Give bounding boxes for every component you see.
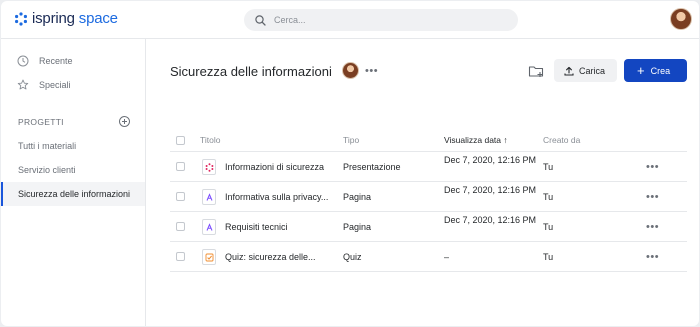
project-label: Servizio clienti <box>18 165 76 175</box>
column-header-created-by[interactable]: Creato da <box>543 135 580 145</box>
row-viewed-date: Dec 7, 2020, 12:16 PM <box>444 215 537 225</box>
table-row[interactable]: Informazioni di sicurezza Presentazione … <box>170 152 687 182</box>
sidebar-item-starred[interactable]: Speciali <box>1 74 145 96</box>
brand-name: ispring space <box>32 10 118 27</box>
table-row[interactable]: Requisiti tecnici Pagina Dec 7, 2020, 12… <box>170 212 687 242</box>
search-input[interactable] <box>274 15 494 25</box>
brand-name-ispring: ispring <box>32 10 75 27</box>
row-created-by: Tu <box>543 162 554 172</box>
table-row[interactable]: Quiz: sicurezza delle... Quiz – Tu ••• <box>170 242 687 272</box>
row-checkbox[interactable] <box>176 222 185 231</box>
page-title: Sicurezza delle informazioni <box>170 64 332 79</box>
sidebar-item-label: Recente <box>39 56 73 66</box>
brand-name-space: space <box>74 10 118 27</box>
upload-icon <box>564 66 574 76</box>
row-created-by: Tu <box>543 252 554 262</box>
row-checkbox[interactable] <box>176 192 185 201</box>
add-project-icon[interactable] <box>119 116 130 127</box>
row-title[interactable]: Informazioni di sicurezza <box>225 162 324 172</box>
table-header: Titolo Tipo Visualizza data ↑ Creato da <box>170 131 687 152</box>
row-created-by: Tu <box>543 192 554 202</box>
row-title[interactable]: Quiz: sicurezza delle... <box>225 252 316 262</box>
presentation-icon <box>202 159 216 175</box>
owner-avatar[interactable] <box>342 62 359 79</box>
search-bar[interactable] <box>244 9 518 31</box>
row-created-by: Tu <box>543 222 554 232</box>
quiz-icon <box>202 249 216 265</box>
row-more-icon[interactable]: ••• <box>646 191 659 203</box>
sidebar-item-label: Speciali <box>39 80 71 90</box>
row-title[interactable]: Requisiti tecnici <box>225 222 288 232</box>
upload-button-label: Carica <box>579 65 606 76</box>
row-viewed-date: Dec 7, 2020, 12:16 PM <box>444 185 537 195</box>
more-options-icon[interactable]: ••• <box>365 65 378 77</box>
sidebar-item-recent[interactable]: Recente <box>1 50 145 72</box>
row-more-icon[interactable]: ••• <box>646 221 659 233</box>
row-viewed-date: Dec 7, 2020, 12:16 PM <box>444 155 537 165</box>
upload-button[interactable]: Carica <box>554 59 617 82</box>
page-icon <box>202 189 216 205</box>
sidebar-project-information-security[interactable]: Sicurezza delle informazioni <box>1 182 145 206</box>
column-header-type[interactable]: Tipo <box>343 135 359 145</box>
app-window: ispring space Recente Speciali PROGETTI <box>1 1 699 326</box>
row-type: Presentazione <box>343 162 401 172</box>
create-button-label: Crea <box>650 65 671 76</box>
plus-icon: + <box>637 63 645 78</box>
top-bar: ispring space <box>1 1 699 39</box>
row-more-icon[interactable]: ••• <box>646 161 659 173</box>
row-checkbox[interactable] <box>176 252 185 261</box>
sidebar: Recente Speciali PROGETTI Tutti i materi… <box>1 39 146 326</box>
row-type: Quiz <box>343 252 362 262</box>
sidebar-project-all-materials[interactable]: Tutti i materiali <box>1 134 145 158</box>
create-button[interactable]: + Crea <box>624 59 687 82</box>
brand-logo[interactable]: ispring space <box>14 10 118 27</box>
select-all-checkbox[interactable] <box>176 136 185 145</box>
sidebar-project-customer-service[interactable]: Servizio clienti <box>1 158 145 182</box>
column-header-viewed-date[interactable]: Visualizza data ↑ <box>444 135 508 145</box>
row-viewed-date: – <box>444 252 450 262</box>
clock-icon <box>17 55 29 67</box>
ispring-logo-icon <box>15 11 27 26</box>
table-row[interactable]: Informativa sulla privacy... Pagina Dec … <box>170 182 687 212</box>
row-checkbox[interactable] <box>176 162 185 171</box>
project-label: Tutti i materiali <box>18 141 77 151</box>
main-content: Sicurezza delle informazioni ••• Carica … <box>147 39 699 326</box>
row-type: Pagina <box>343 192 372 202</box>
search-icon <box>255 14 266 26</box>
user-avatar[interactable] <box>670 8 692 30</box>
page-icon <box>202 219 216 235</box>
row-more-icon[interactable]: ••• <box>646 251 659 263</box>
row-type: Pagina <box>343 222 372 232</box>
star-icon <box>17 79 29 90</box>
row-title[interactable]: Informativa sulla privacy... <box>225 192 328 202</box>
column-header-title[interactable]: Titolo <box>200 135 220 145</box>
project-label: Sicurezza delle informazioni <box>18 189 131 199</box>
projects-section-label: PROGETTI <box>18 117 64 127</box>
new-folder-icon[interactable] <box>528 63 544 79</box>
